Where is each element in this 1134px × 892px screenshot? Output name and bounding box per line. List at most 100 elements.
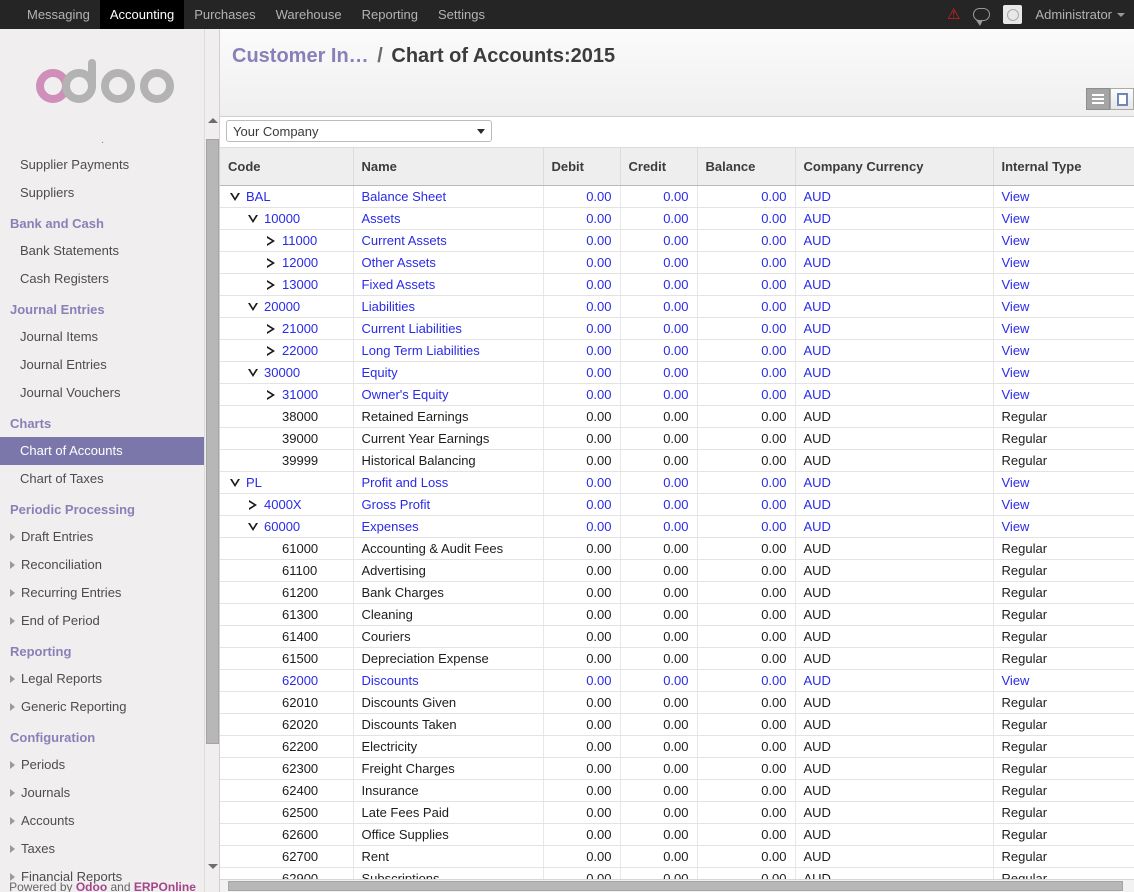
cell-internal-type[interactable]: Regular [993, 537, 1134, 560]
tree-expand-icon[interactable] [264, 278, 278, 292]
column-header-balance[interactable]: Balance [697, 147, 796, 186]
cell-balance[interactable]: 0.00 [697, 669, 796, 692]
cell-name[interactable]: Freight Charges [353, 757, 544, 780]
cell-internal-type[interactable]: Regular [993, 867, 1134, 879]
nav-item-reporting[interactable]: Reporting [352, 0, 428, 29]
cell-internal-type[interactable]: Regular [993, 713, 1134, 736]
odoo-brand-link[interactable]: Odoo [76, 880, 107, 892]
table-row[interactable]: 61300 Cleaning 0.00 0.00 0.00 AUD Regular [220, 603, 1134, 626]
cell-internal-type[interactable]: Regular [993, 647, 1134, 670]
cell-balance[interactable]: 0.00 [697, 779, 796, 802]
table-row[interactable]: 31000 Owner's Equity 0.00 0.00 0.00 AUD View [220, 383, 1134, 406]
table-row[interactable]: 22000 Long Term Liabilities 0.00 0.00 0.00 AU… [220, 339, 1134, 362]
sidebar-item-journal-entries[interactable]: Journal Entries [0, 351, 205, 379]
cell-credit[interactable]: 0.00 [620, 581, 698, 604]
horizontal-scrollbar-thumb[interactable] [228, 881, 1123, 891]
cell-code[interactable]: 4000X [220, 493, 354, 516]
chevron-down-icon[interactable] [1117, 12, 1125, 17]
cell-company-currency[interactable]: AUD [795, 405, 994, 428]
cell-balance[interactable]: 0.00 [697, 713, 796, 736]
cell-code[interactable]: 60000 [220, 515, 354, 538]
cell-name[interactable]: Assets [353, 207, 544, 230]
sidebar-item-recurring-entries[interactable]: Recurring Entries [0, 579, 205, 607]
cell-credit[interactable]: 0.00 [620, 383, 698, 406]
cell-balance[interactable]: 0.00 [697, 251, 796, 274]
table-row[interactable]: 30000 Equity 0.00 0.00 0.00 AUD View [220, 361, 1134, 384]
cell-code[interactable]: 61500 [220, 647, 354, 670]
cell-company-currency[interactable]: AUD [795, 801, 994, 824]
tree-expand-icon[interactable] [246, 498, 260, 512]
cell-code[interactable]: 20000 [220, 295, 354, 318]
tree-expand-icon[interactable] [264, 256, 278, 270]
nav-item-purchases[interactable]: Purchases [184, 0, 265, 29]
table-row[interactable]: 11000 Current Assets 0.00 0.00 0.00 AUD View [220, 229, 1134, 252]
cell-internal-type[interactable]: Regular [993, 779, 1134, 802]
cell-debit[interactable]: 0.00 [543, 845, 621, 868]
cell-company-currency[interactable]: AUD [795, 691, 994, 714]
cell-debit[interactable]: 0.00 [543, 779, 621, 802]
cell-internal-type[interactable]: Regular [993, 691, 1134, 714]
sidebar-item-generic-reporting[interactable]: Generic Reporting [0, 693, 205, 721]
cell-company-currency[interactable]: AUD [795, 207, 994, 230]
cell-company-currency[interactable]: AUD [795, 867, 994, 879]
cell-name[interactable]: Expenses [353, 515, 544, 538]
cell-company-currency[interactable]: AUD [795, 317, 994, 340]
cell-code[interactable]: 12000 [220, 251, 354, 274]
table-row[interactable]: 60000 Expenses 0.00 0.00 0.00 AUD View [220, 515, 1134, 538]
cell-name[interactable]: Other Assets [353, 251, 544, 274]
cell-name[interactable]: Profit and Loss [353, 471, 544, 494]
cell-credit[interactable]: 0.00 [620, 185, 698, 208]
cell-name[interactable]: Current Assets [353, 229, 544, 252]
cell-credit[interactable]: 0.00 [620, 361, 698, 384]
cell-code[interactable]: PL [220, 471, 354, 494]
cell-name[interactable]: Historical Balancing [353, 449, 544, 472]
cell-balance[interactable]: 0.00 [697, 559, 796, 582]
cell-company-currency[interactable]: AUD [795, 185, 994, 208]
cell-balance[interactable]: 0.00 [697, 229, 796, 252]
sidebar-scrollbar-thumb[interactable] [206, 139, 219, 744]
cell-debit[interactable]: 0.00 [543, 383, 621, 406]
cell-code[interactable]: BAL [220, 185, 354, 208]
column-header-internal-type[interactable]: Internal Type [993, 147, 1134, 186]
table-row[interactable]: 62200 Electricity 0.00 0.00 0.00 AUD Regular [220, 735, 1134, 758]
cell-internal-type[interactable]: View [993, 339, 1134, 362]
cell-company-currency[interactable]: AUD [795, 361, 994, 384]
column-header-name[interactable]: Name [353, 147, 544, 186]
cell-name[interactable]: Liabilities [353, 295, 544, 318]
cell-code[interactable]: 62900 [220, 867, 354, 879]
cell-code[interactable]: 62010 [220, 691, 354, 714]
cell-debit[interactable]: 0.00 [543, 493, 621, 516]
cell-internal-type[interactable]: View [993, 207, 1134, 230]
table-row[interactable]: 10000 Assets 0.00 0.00 0.00 AUD View [220, 207, 1134, 230]
cell-balance[interactable]: 0.00 [697, 867, 796, 879]
cell-name[interactable]: Bank Charges [353, 581, 544, 604]
cell-credit[interactable]: 0.00 [620, 405, 698, 428]
sidebar-item-bank-statements[interactable]: Bank Statements [0, 237, 205, 265]
cell-credit[interactable]: 0.00 [620, 295, 698, 318]
horizontal-scrollbar[interactable] [220, 879, 1134, 892]
cell-name[interactable]: Subscriptions [353, 867, 544, 879]
cell-debit[interactable]: 0.00 [543, 229, 621, 252]
cell-company-currency[interactable]: AUD [795, 273, 994, 296]
cell-balance[interactable]: 0.00 [697, 735, 796, 758]
cell-company-currency[interactable]: AUD [795, 669, 994, 692]
sidebar-item-journal-items[interactable]: Journal Items [0, 323, 205, 351]
cell-name[interactable]: Current Year Earnings [353, 427, 544, 450]
table-row[interactable]: 62600 Office Supplies 0.00 0.00 0.00 AUD Regul… [220, 823, 1134, 846]
cell-internal-type[interactable]: View [993, 515, 1134, 538]
list-view-icon[interactable] [1086, 88, 1110, 110]
cell-balance[interactable]: 0.00 [697, 405, 796, 428]
tree-collapse-icon[interactable] [246, 520, 260, 534]
cell-debit[interactable]: 0.00 [543, 515, 621, 538]
cell-balance[interactable]: 0.00 [697, 515, 796, 538]
cell-company-currency[interactable]: AUD [795, 713, 994, 736]
sidebar-item-taxes[interactable]: Taxes [0, 835, 205, 863]
cell-company-currency[interactable]: AUD [795, 339, 994, 362]
column-header-company-currency[interactable]: Company Currency [795, 147, 994, 186]
sidebar-item-cash-registers[interactable]: Cash Registers [0, 265, 205, 293]
cell-debit[interactable]: 0.00 [543, 625, 621, 648]
cell-name[interactable]: Cleaning [353, 603, 544, 626]
column-header-code[interactable]: Code [220, 147, 354, 186]
cell-credit[interactable]: 0.00 [620, 559, 698, 582]
cell-balance[interactable]: 0.00 [697, 647, 796, 670]
